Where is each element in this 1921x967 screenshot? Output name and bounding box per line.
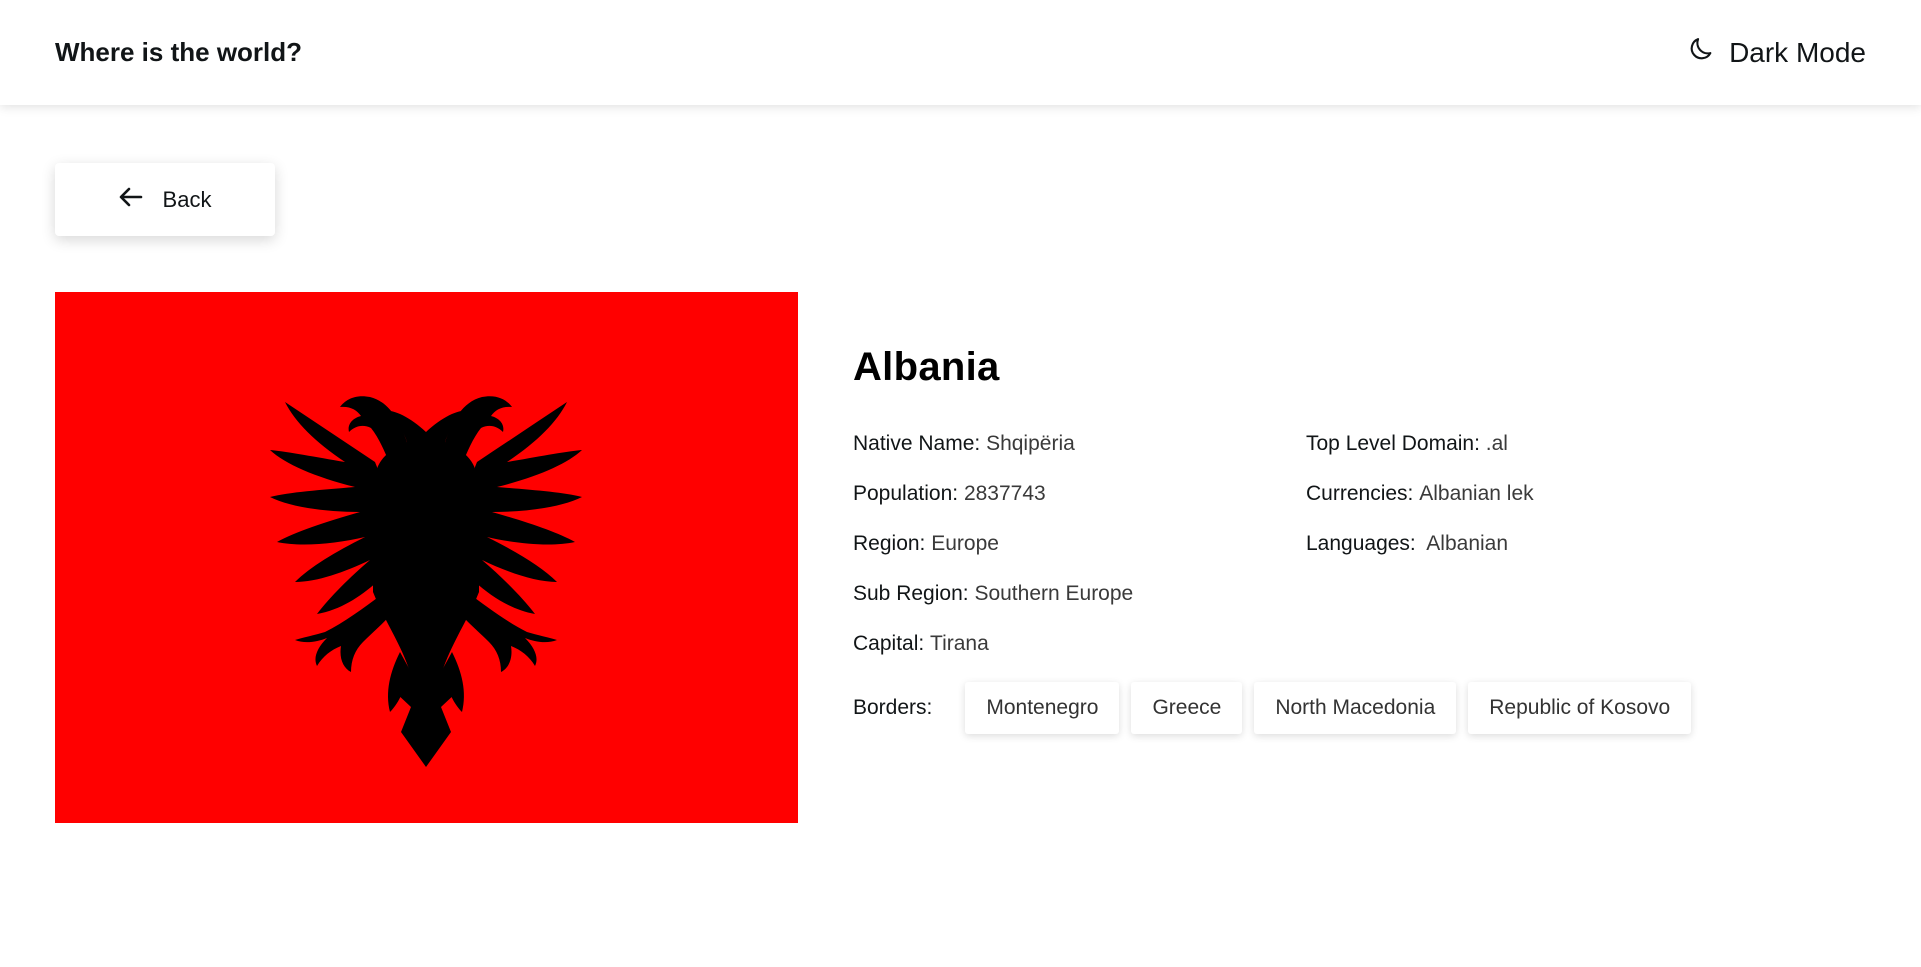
arrow-left-icon <box>119 187 143 213</box>
top-level-domain-value: .al <box>1485 432 1508 455</box>
info-label: Top Level Domain: <box>1306 432 1480 455</box>
sub-region-row: Sub Region: Southern Europe <box>853 582 1306 632</box>
dark-mode-toggle[interactable]: Dark Mode <box>1687 34 1866 71</box>
info-label: Native Name: <box>853 432 981 455</box>
back-button[interactable]: Back <box>55 163 275 236</box>
info-label: Capital: <box>853 632 925 655</box>
info-label: Population: <box>853 482 959 505</box>
app-header: Where is the world? Dark Mode <box>0 0 1921 105</box>
sub-region-value: Southern Europe <box>974 582 1134 605</box>
dark-mode-label: Dark Mode <box>1729 36 1866 68</box>
population-row: Population: 2837743 <box>853 482 1306 532</box>
albania-flag-image <box>55 292 798 823</box>
native-name-value: Shqipëria <box>986 432 1075 455</box>
app-title: Where is the world? <box>55 37 303 67</box>
borders-label: Borders: <box>853 696 933 719</box>
info-label: Region: <box>853 532 926 555</box>
country-details: Albania Native Name: Shqipëria Populatio… <box>853 345 1863 734</box>
info-label: Languages: <box>1306 532 1416 555</box>
region-row: Region: Europe <box>853 532 1306 582</box>
country-info: Native Name: Shqipëria Population: 28377… <box>853 432 1863 682</box>
country-name: Albania <box>853 345 1000 389</box>
population-value: 2837743 <box>963 482 1046 505</box>
border-country-chip[interactable]: Republic of Kosovo <box>1468 682 1692 734</box>
capital-row: Capital: Tirana <box>853 632 1306 682</box>
border-country-chip[interactable]: Greece <box>1131 682 1243 734</box>
capital-value: Tirana <box>930 632 989 655</box>
region-value: Europe <box>931 532 999 555</box>
back-button-label: Back <box>162 186 212 212</box>
border-country-chip[interactable]: Montenegro <box>965 682 1120 734</box>
country-flag <box>55 292 798 823</box>
info-label: Currencies: <box>1306 482 1414 505</box>
top-level-domain-row: Top Level Domain: .al <box>1306 432 1806 482</box>
info-label: Sub Region: <box>853 582 969 605</box>
languages-value: Albanian <box>1421 532 1509 555</box>
currencies-value: Albanian lek <box>1419 482 1534 505</box>
border-country-chip[interactable]: North Macedonia <box>1254 682 1457 734</box>
info-column-secondary: Top Level Domain: .al Currencies: Albani… <box>1306 432 1806 682</box>
info-column-primary: Native Name: Shqipëria Population: 28377… <box>853 432 1306 682</box>
currencies-row: Currencies: Albanian lek <box>1306 482 1806 532</box>
languages-row: Languages: Albanian <box>1306 532 1806 582</box>
border-countries: Borders: Montenegro Greece North Macedon… <box>853 682 1863 734</box>
moon-icon <box>1687 34 1715 71</box>
native-name-row: Native Name: Shqipëria <box>853 432 1306 482</box>
